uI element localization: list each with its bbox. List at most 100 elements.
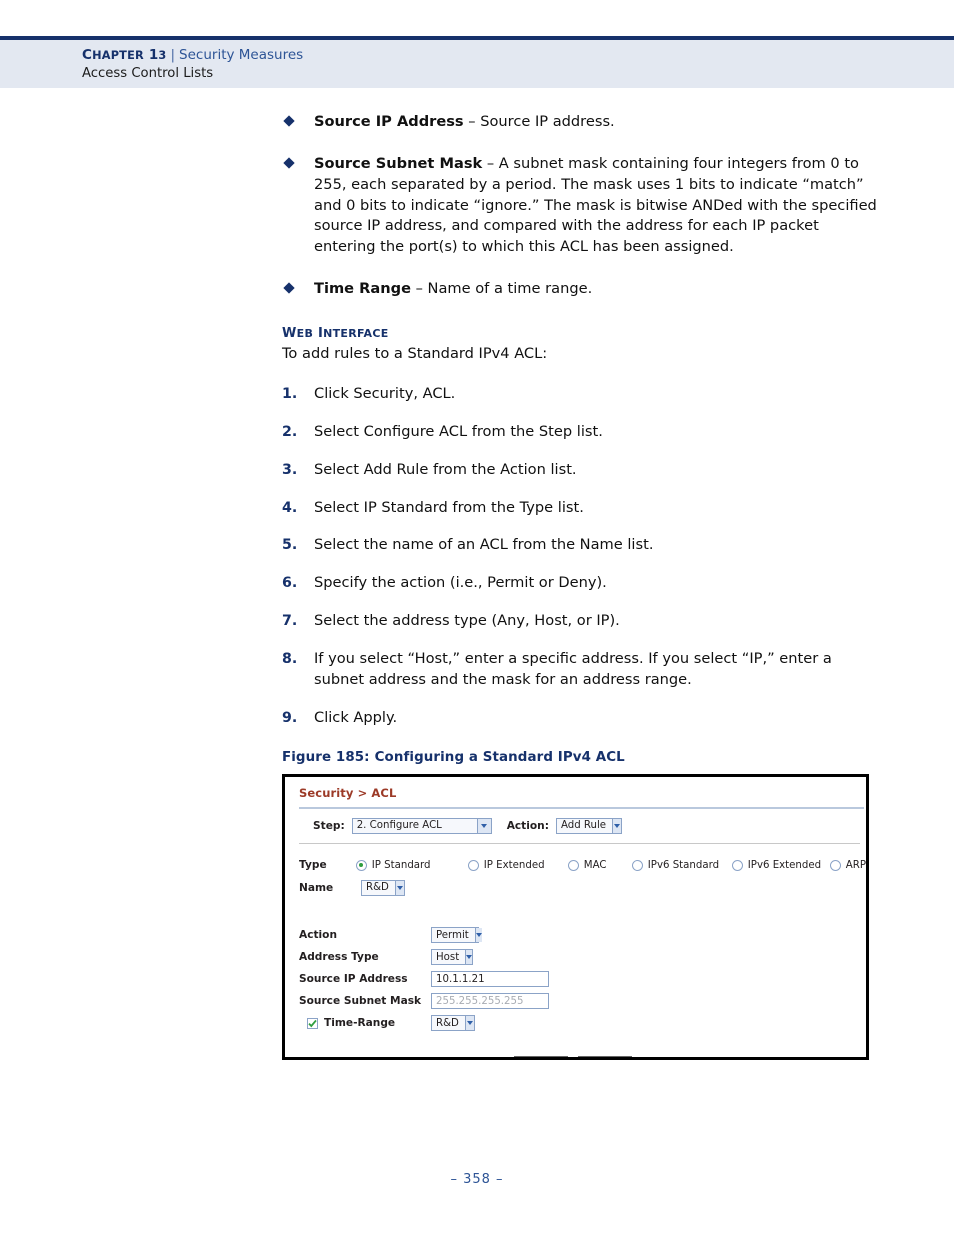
chapter-label: CHAPTER 13 (82, 47, 167, 63)
header-subsection-title: Access Control Lists (82, 65, 214, 81)
radio-icon (731, 859, 743, 871)
apply-button[interactable]: Apply (513, 1055, 568, 1057)
chevron-down-icon (465, 950, 473, 965)
radio-icon (829, 859, 841, 871)
bullet-dash: – (482, 154, 499, 172)
type-label: Type (299, 859, 327, 872)
type-name-area: Type IP Standard IP Extended MAC IPv6 St… (285, 844, 866, 899)
form-row-action: Action Permit (299, 925, 866, 946)
step-number: 3. (282, 461, 298, 478)
bullet-item: Source Subnet Mask – A subnet mask conta… (282, 154, 882, 258)
diamond-bullet-icon (283, 157, 295, 169)
procedure-step: 9. Click Apply. (282, 708, 882, 729)
name-select[interactable]: R&D (361, 879, 405, 896)
source-subnet-mask-input[interactable]: 255.255.255.255 (431, 993, 549, 1010)
form-row-source-mask: Source Subnet Mask 255.255.255.255 (299, 991, 866, 1012)
step-label: Step: (313, 819, 345, 832)
step-number: 8. (282, 651, 298, 668)
radio-label: IPv6 Standard (647, 859, 720, 871)
radio-label: MAC (583, 859, 607, 871)
form-row-time-range: Time-Range R&D (299, 1013, 866, 1034)
radio-option-mac[interactable]: MAC (567, 859, 632, 871)
radio-icon (631, 859, 643, 871)
page-number-footer: – 358 – (450, 1172, 504, 1187)
bullet-term: Source IP Address (314, 113, 464, 130)
figure-caption-label: Figure 185: (282, 749, 370, 765)
time-range-label-group: Time-Range (299, 1017, 431, 1029)
step-number: 4. (282, 499, 298, 516)
time-range-text: Time-Range (324, 1017, 396, 1030)
radio-label: IP Standard (371, 859, 431, 871)
step-select-value: 2. Configure ACL (356, 820, 442, 832)
diamond-bullet-icon (283, 282, 295, 294)
procedure-step: 3. Select Add Rule from the Action list. (282, 460, 882, 481)
step-text: Select the address type (Any, Host, or I… (314, 612, 620, 630)
bullet-text: Source IP address. (480, 113, 615, 130)
bullet-term: Source Subnet Mask (314, 154, 483, 172)
bullet-dash: – (410, 280, 428, 298)
procedure-step-list: 1. Click Security, ACL. 2. Select Config… (282, 384, 882, 729)
panel-breadcrumb: Security > ACL (299, 785, 397, 800)
name-row: Name R&D (299, 877, 866, 899)
page-content: Source IP Address – Source IP address. S… (282, 112, 882, 1060)
procedure-step: 1. Click Security, ACL. (282, 384, 882, 405)
step-text: Select Configure ACL from the Step list. (314, 422, 603, 440)
chevron-down-icon (476, 818, 491, 833)
bullet-dash: – (463, 113, 481, 130)
web-interface-intro: To add rules to a Standard IPv4 ACL: (282, 344, 548, 362)
step-text: Select the name of an ACL from the Name … (314, 536, 654, 554)
revert-button[interactable]: Revert (577, 1055, 632, 1057)
procedure-step: 6. Specify the action (i.e., Permit or D… (282, 573, 882, 594)
time-range-select[interactable]: R&D (431, 1015, 475, 1032)
radio-icon (355, 859, 367, 871)
address-type-value: Host (436, 951, 460, 963)
step-number: 5. (282, 537, 298, 554)
action-select-value: Add Rule (560, 820, 607, 832)
field-label-action: Action (299, 929, 337, 942)
radio-label: IP Extended (483, 859, 545, 871)
form-row-address-type: Address Type Host (299, 947, 866, 968)
checkmark-icon (308, 1019, 317, 1027)
chevron-down-icon (394, 880, 404, 895)
figure-screenshot: Security > ACL Step: 2. Configure ACL Ac… (282, 773, 869, 1060)
step-select[interactable]: 2. Configure ACL (351, 817, 492, 834)
rule-action-select[interactable]: Permit (431, 927, 482, 944)
header-section-title: Security Measures (179, 47, 304, 63)
radio-option-ipv6-extended[interactable]: IPv6 Extended (731, 859, 830, 871)
bullet-item: Source IP Address – Source IP address. (282, 112, 882, 133)
step-text: If you select “Host,” enter a specific a… (314, 650, 832, 688)
source-ip-input[interactable]: 10.1.1.21 (431, 971, 549, 988)
rule-form: Action Permit Address Type Host Source I… (285, 899, 866, 1034)
rule-action-value: Permit (436, 929, 469, 941)
step-text: Specify the action (i.e., Permit or Deny… (314, 574, 607, 592)
type-row: Type IP Standard IP Extended MAC IPv6 St… (299, 856, 866, 875)
address-type-select[interactable]: Host (431, 949, 473, 966)
radio-icon (467, 859, 479, 871)
radio-option-ip-standard[interactable]: IP Standard (355, 859, 468, 871)
step-text: Select IP Standard from the Type list. (314, 498, 584, 516)
radio-option-arp[interactable]: ARP (829, 859, 866, 871)
radio-label: ARP (845, 859, 866, 871)
header-separator: | (170, 47, 176, 63)
bullet-item: Time Range – Name of a time range. (282, 279, 882, 300)
step-action-bar: Step: 2. Configure ACL Action: Add Rule (299, 809, 860, 844)
radio-option-ip-extended[interactable]: IP Extended (467, 859, 568, 871)
type-radio-group: IP Standard IP Extended MAC IPv6 Standar… (355, 859, 866, 871)
time-range-value: R&D (436, 1017, 459, 1029)
procedure-step: 5. Select the name of an ACL from the Na… (282, 535, 882, 556)
panel-button-row: Apply Revert (285, 1055, 866, 1057)
step-number: 6. (282, 575, 298, 592)
step-number: 2. (282, 423, 298, 440)
time-range-checkbox[interactable] (307, 1017, 318, 1029)
action-select[interactable]: Add Rule (555, 817, 622, 834)
radio-option-ipv6-standard[interactable]: IPv6 Standard (631, 859, 732, 871)
step-number: 9. (282, 709, 298, 726)
bullet-term: Time Range (314, 280, 411, 298)
diamond-bullet-icon (283, 115, 295, 127)
form-row-source-ip: Source IP Address 10.1.1.21 (299, 969, 866, 990)
step-text: Click Apply. (314, 708, 398, 726)
step-number: 1. (282, 386, 298, 403)
web-interface-heading: WEB INTERFACE (282, 326, 389, 342)
action-label: Action: (506, 819, 549, 832)
procedure-step: 2. Select Configure ACL from the Step li… (282, 422, 882, 443)
